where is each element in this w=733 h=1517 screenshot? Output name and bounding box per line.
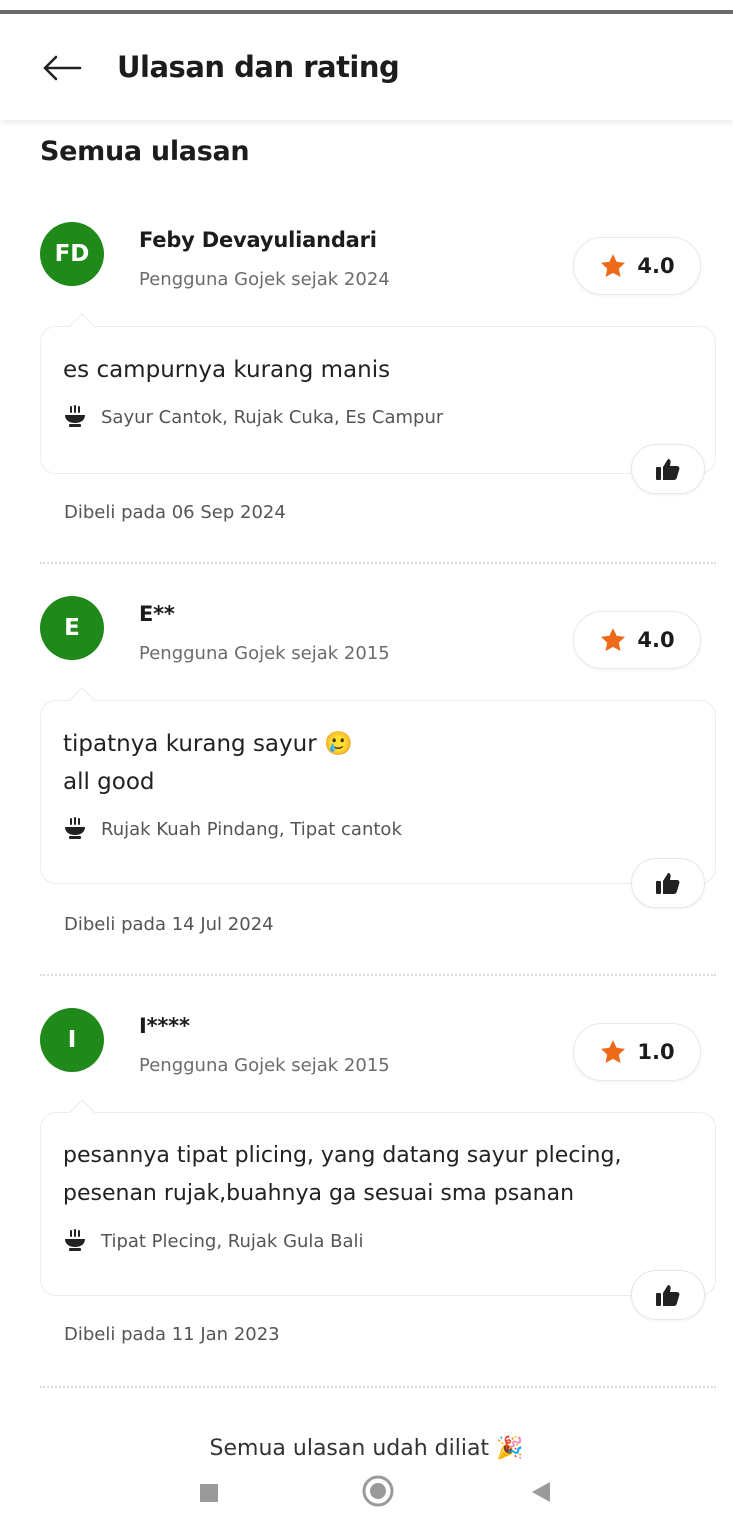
rating-badge: 4.0: [573, 237, 701, 295]
review-comment: pesannya tipat plicing, yang datang sayu…: [63, 1143, 622, 1206]
bubble-tail: [69, 687, 95, 713]
food-bowl-icon: [65, 817, 85, 839]
reviewer-since: Pengguna Gojek sejak 2015: [139, 1055, 390, 1076]
app-header: Ulasan dan rating: [0, 14, 733, 120]
avatar: FD: [40, 222, 104, 286]
ordered-items: Sayur Cantok, Rujak Cuka, Es Campur: [63, 405, 693, 429]
avatar: E: [40, 596, 104, 660]
rating-badge: 1.0: [573, 1023, 701, 1081]
avatar: I: [40, 1008, 104, 1072]
ordered-items: Tipat Plecing, Rujak Gula Bali: [63, 1229, 693, 1253]
like-button[interactable]: [631, 444, 705, 494]
thumbs-up-icon: [656, 873, 680, 894]
review-comment: es campurnya kurang manis: [63, 357, 391, 383]
thumbs-up-icon: [656, 1285, 680, 1306]
arrow-left-icon: [43, 55, 82, 81]
reviewer-name: I****: [139, 1014, 190, 1038]
review-bubble: pesannya tipat plicing, yang datang sayu…: [40, 1099, 716, 1296]
reviewer-since: Pengguna Gojek sejak 2024: [139, 269, 390, 290]
rating-value: 1.0: [637, 1040, 675, 1064]
review-divider: [40, 974, 716, 976]
purchase-date: Dibeli pada 14 Jul 2024: [64, 914, 274, 935]
purchase-date: Dibeli pada 11 Jan 2023: [64, 1324, 280, 1345]
ordered-items-text: Sayur Cantok, Rujak Cuka, Es Campur: [101, 406, 444, 428]
ordered-items: Rujak Kuah Pindang, Tipat cantok: [63, 817, 693, 841]
rating-badge: 4.0: [573, 611, 701, 669]
thumbs-up-icon: [656, 459, 680, 480]
triangle-back-icon: [532, 1482, 550, 1502]
review-divider: [40, 1386, 716, 1388]
rating-value: 4.0: [637, 628, 675, 652]
reviewer-name: E**: [139, 602, 175, 626]
ordered-items-text: Rujak Kuah Pindang, Tipat cantok: [101, 818, 402, 840]
like-button[interactable]: [631, 1270, 705, 1320]
star-icon: [601, 254, 626, 277]
bubble-tail: [69, 1099, 95, 1125]
review-bubble: es campurnya kurang manis Sayur Cantok, …: [40, 313, 716, 474]
rating-value: 4.0: [637, 254, 675, 278]
reviewer-since: Pengguna Gojek sejak 2015: [139, 643, 390, 664]
food-bowl-icon: [65, 405, 85, 427]
all-reviews-seen-message: Semua ulasan udah diliat 🎉: [209, 1436, 524, 1461]
review-divider: [40, 562, 716, 564]
home-button[interactable]: [361, 1474, 395, 1512]
review-bubble: tipatnya kurang sayur 🥲 all good Rujak K…: [40, 687, 716, 884]
square-icon: [200, 1484, 218, 1502]
bubble-tail: [69, 313, 95, 339]
review-comment: tipatnya kurang sayur 🥲 all good: [63, 731, 353, 795]
food-bowl-icon: [65, 1229, 85, 1251]
recents-button[interactable]: [198, 1482, 220, 1508]
star-icon: [601, 628, 626, 651]
purchase-date: Dibeli pada 06 Sep 2024: [64, 502, 286, 523]
system-navigation-bar: [0, 1468, 733, 1517]
star-icon: [601, 1040, 626, 1063]
page-title: Ulasan dan rating: [117, 50, 400, 84]
back-nav-button[interactable]: [530, 1480, 552, 1508]
back-button[interactable]: [40, 50, 84, 86]
section-title: Semua ulasan: [40, 136, 250, 167]
home-circle-icon: [362, 1475, 394, 1507]
reviewer-name: Feby Devayuliandari: [139, 228, 377, 252]
like-button[interactable]: [631, 858, 705, 908]
ordered-items-text: Tipat Plecing, Rujak Gula Bali: [101, 1230, 364, 1252]
